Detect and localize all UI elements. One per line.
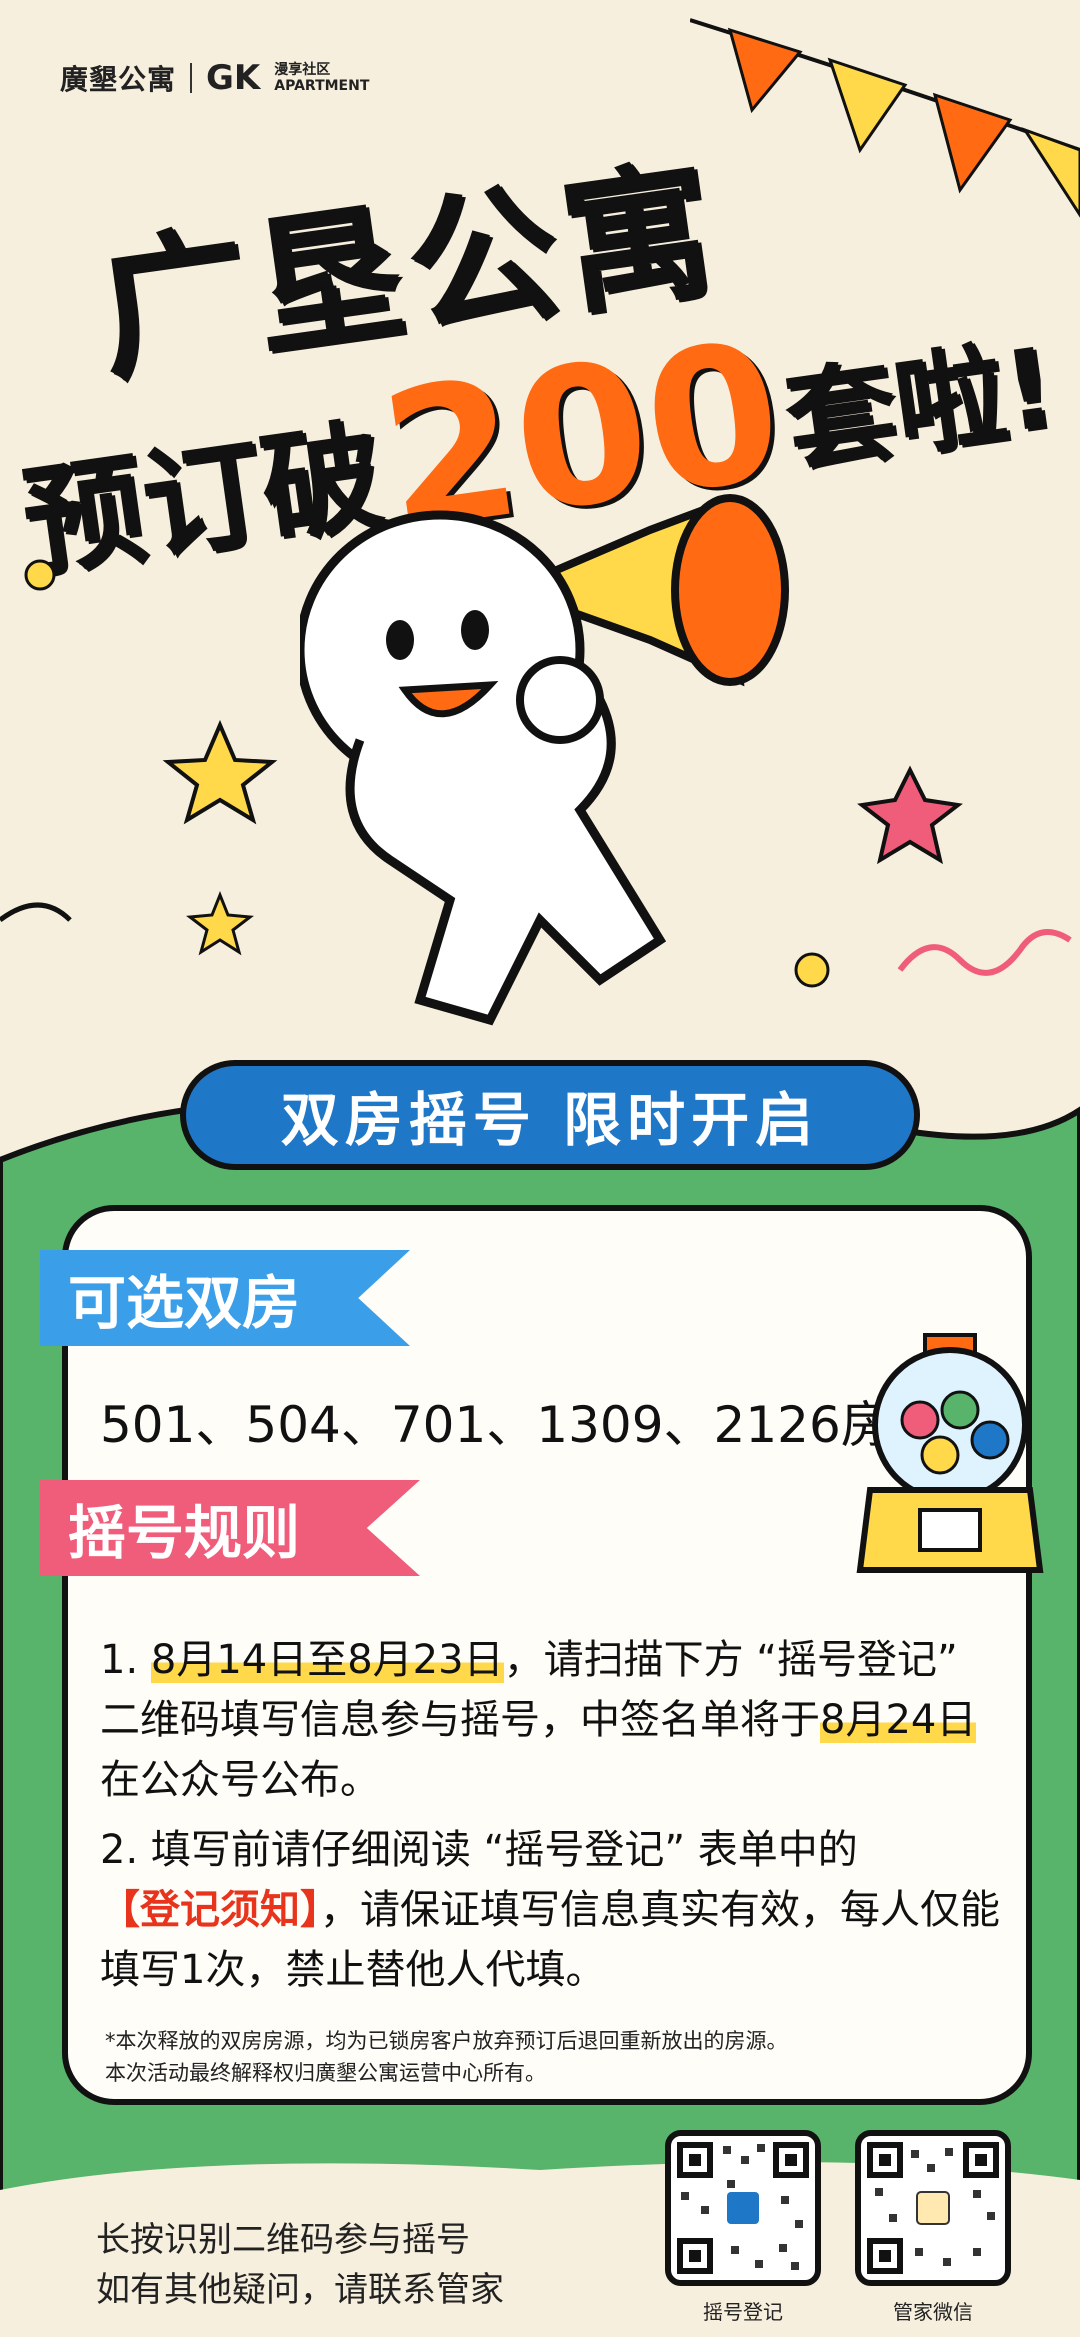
brand-divider xyxy=(190,63,193,93)
rules-section-tag: 摇号规则 xyxy=(40,1480,420,1576)
brand-name: 廣墾公寓 xyxy=(60,63,177,96)
rule-2: 2. 填写前请仔细阅读 “摇号登记” 表单中的 【登记须知】，请保证填写信息真实有… xyxy=(100,1820,1000,2000)
footnote-line2: 本次活动最终解释权归廣墾公寓运营中心所有。 xyxy=(105,2061,546,2085)
rule-1-prefix: 1. xyxy=(100,1637,151,1683)
rule-1: 1. 8月14日至8月23日，请扫描下方 “摇号登记” 二维码填写信息参与摇号，… xyxy=(100,1630,1000,1810)
lottery-banner: 双房摇号 限时开启 xyxy=(180,1060,920,1170)
qr-code-registration[interactable] xyxy=(665,2130,821,2286)
brand-sub: 漫享社区 APARTMENT xyxy=(274,62,369,94)
available-rooms: 501、504、701、1309、2126房 xyxy=(100,1396,891,1454)
footer-line1: 长按识别二维码参与摇号 xyxy=(96,2220,470,2260)
rule-1-date-range: 8月14日至8月23日 xyxy=(150,1637,504,1683)
footnote-line1: *本次释放的双房房源，均为已锁房客户放弃预订后退回重新放出的房源。 xyxy=(105,2029,788,2053)
brand-sub-en: APARTMENT xyxy=(274,78,370,94)
qr-code-icon xyxy=(677,2142,809,2274)
brand-sub-cn: 漫享社区 xyxy=(274,62,331,78)
qr-code-butler-wechat[interactable] xyxy=(855,2130,1011,2286)
rule-1-announce-date: 8月24日 xyxy=(820,1697,977,1743)
poster: 廣墾公寓 GK 漫享社区 APARTMENT 广垦公寓 预订破 200 套啦! xyxy=(0,0,1080,2337)
pennant-flags-decoration xyxy=(690,18,1080,218)
brand-logo: 廣墾公寓 GK 漫享社区 APARTMENT xyxy=(60,58,369,98)
brand-gk: GK xyxy=(206,58,261,98)
footer-line2: 如有其他疑问，请联系管家 xyxy=(96,2270,504,2310)
qr-label-registration: 摇号登记 xyxy=(703,2300,783,2324)
qr-label-butler-wechat: 管家微信 xyxy=(893,2300,973,2324)
footer-text: 长按识别二维码参与摇号 如有其他疑问，请联系管家 xyxy=(96,2215,504,2315)
qr-code-icon xyxy=(867,2142,999,2274)
rule-1-end: 在公众号公布。 xyxy=(100,1757,380,1803)
rooms-section-tag: 可选双房 xyxy=(40,1250,410,1346)
footnote: *本次释放的双房房源，均为已锁房客户放弃预订后退回重新放出的房源。 本次活动最终… xyxy=(105,2025,788,2089)
headline-suffix: 套啦! xyxy=(777,323,1063,488)
gumball-machine-illustration xyxy=(856,1333,1044,1573)
rule-2-prefix: 2. 填写前请仔细阅读 “摇号登记” 表单中的 xyxy=(100,1827,858,1873)
mascot-megaphone-illustration xyxy=(300,494,789,1026)
rule-2-notice-label: 【登记须知】 xyxy=(100,1887,320,1933)
